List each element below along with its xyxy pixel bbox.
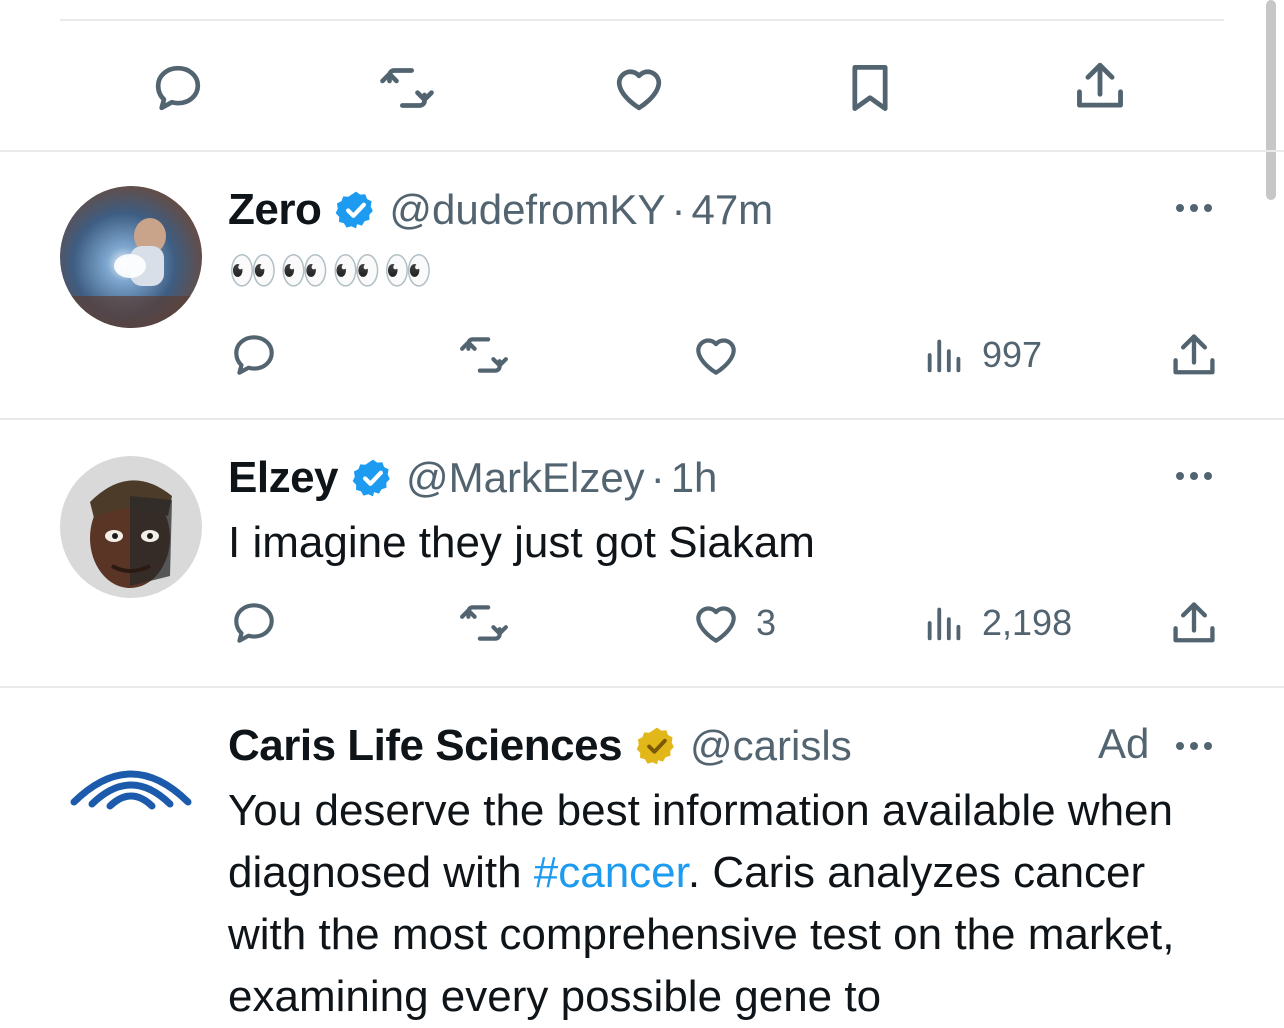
like-icon — [696, 338, 736, 375]
reply-icon — [234, 603, 274, 643]
retweet-button[interactable] — [454, 598, 514, 648]
handle[interactable]: @dudefromKY — [389, 186, 665, 234]
retweet-icon[interactable] — [372, 58, 442, 118]
more-options-icon[interactable] — [1176, 204, 1212, 212]
share-icon — [1173, 602, 1215, 643]
avatar[interactable] — [60, 726, 202, 868]
like-button[interactable] — [690, 330, 756, 380]
separator-dot: · — [650, 454, 665, 501]
handle[interactable]: @MarkElzey — [406, 454, 645, 502]
view-count: 997 — [982, 334, 1043, 375]
like-icon[interactable] — [608, 58, 670, 118]
avatar[interactable] — [60, 456, 202, 598]
view-count: 2,198 — [982, 602, 1073, 643]
scrollbar[interactable] — [1266, 0, 1276, 200]
display-name[interactable]: Caris Life Sciences — [228, 721, 623, 771]
views-button[interactable]: 2,198 — [922, 598, 1072, 648]
views-button[interactable]: 997 — [922, 330, 1042, 380]
divider — [0, 418, 1284, 420]
retweet-icon — [460, 337, 508, 373]
top-divider — [60, 19, 1224, 21]
timestamp[interactable]: 47m — [691, 186, 773, 234]
bookmark-icon[interactable] — [840, 56, 900, 120]
timestamp[interactable]: 1h — [671, 454, 718, 502]
handle[interactable]: @carisls — [690, 722, 852, 770]
reply-icon[interactable] — [146, 58, 210, 118]
avatar[interactable] — [60, 186, 202, 328]
tweet-header: Caris Life Sciences @carisls — [228, 716, 852, 776]
views-icon — [927, 339, 961, 373]
display-name[interactable]: Zero — [228, 185, 322, 235]
views-icon — [927, 607, 961, 641]
verified-badge-icon — [352, 459, 390, 497]
hashtag-link[interactable]: #cancer — [534, 848, 688, 897]
retweet-button[interactable] — [454, 330, 514, 380]
like-icon — [696, 606, 736, 643]
tweet-header: Elzey @MarkElzey · 1h — [228, 448, 717, 508]
tweet-text: You deserve the best information availab… — [228, 780, 1228, 1028]
share-button[interactable] — [1168, 330, 1220, 382]
reply-button[interactable] — [228, 330, 280, 380]
verified-gold-badge-icon — [636, 727, 674, 765]
tweet-header: Zero @dudefromKY · 47m — [228, 180, 773, 240]
retweet-icon — [460, 605, 508, 641]
reply-icon — [234, 335, 274, 375]
share-button[interactable] — [1168, 598, 1220, 650]
reply-button[interactable] — [228, 598, 280, 648]
divider — [0, 150, 1284, 152]
separator-dot: · — [671, 186, 686, 233]
share-icon[interactable] — [1068, 56, 1132, 118]
display-name[interactable]: Elzey — [228, 453, 339, 503]
tweet-text: 👀👀👀👀 — [228, 248, 436, 294]
more-options-icon[interactable] — [1176, 472, 1212, 480]
more-options-icon[interactable] — [1176, 742, 1212, 750]
divider — [0, 686, 1284, 688]
like-count: 3 — [756, 602, 777, 643]
ad-label: Ad — [1098, 720, 1150, 767]
like-button[interactable]: 3 — [690, 598, 776, 648]
share-icon — [1173, 334, 1215, 375]
tweet-text: I imagine they just got Siakam — [228, 518, 815, 567]
verified-badge-icon — [336, 191, 374, 229]
